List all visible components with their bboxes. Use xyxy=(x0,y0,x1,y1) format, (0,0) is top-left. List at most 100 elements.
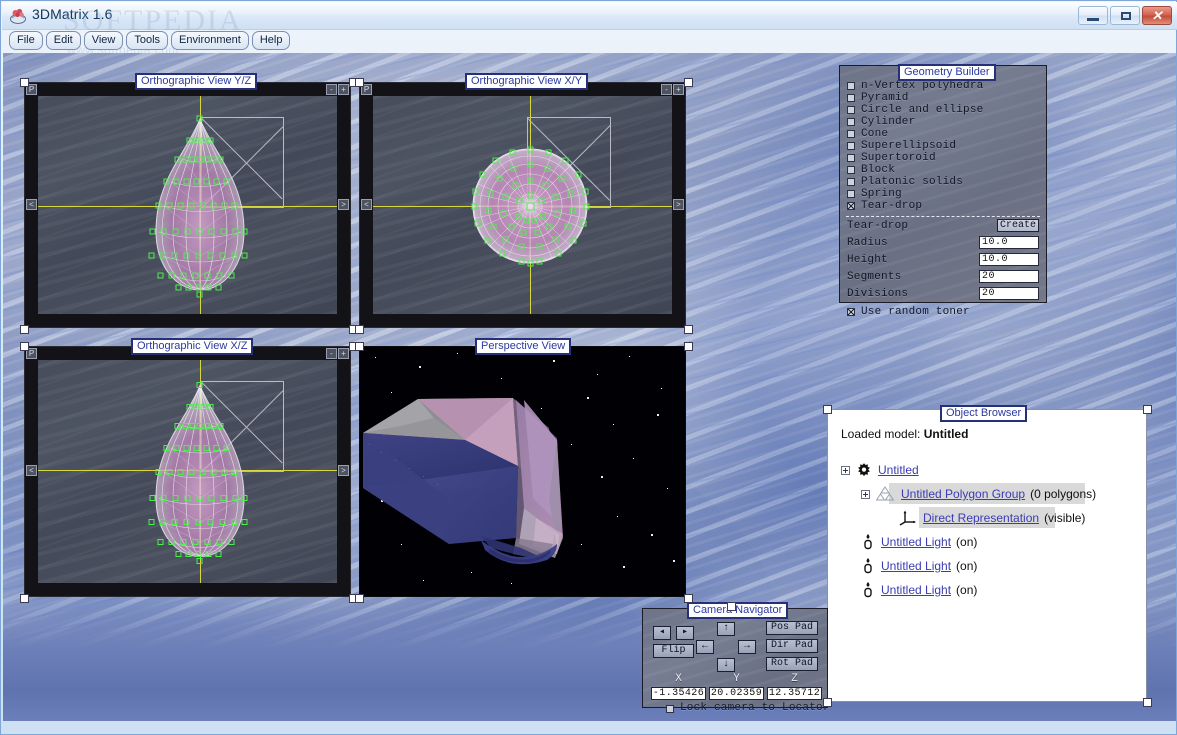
lock-camera-checkbox[interactable] xyxy=(666,704,674,713)
menu-item-environment[interactable]: Environment xyxy=(171,31,249,50)
shape-checkbox[interactable] xyxy=(847,166,855,174)
tree-row-untitled[interactable]: Untitled xyxy=(841,458,1138,482)
tree-row-direct-representation[interactable]: Direct Representation (visible) xyxy=(841,506,1138,530)
rot-pad-button[interactable]: Rot Pad xyxy=(766,657,818,671)
minimize-button[interactable] xyxy=(1078,6,1108,25)
axis-value-x[interactable]: -1.35426 xyxy=(651,687,706,700)
viewport-maximize-button[interactable]: + xyxy=(673,84,684,95)
tree-link-light[interactable]: Untitled Light xyxy=(881,559,951,573)
viewport2-handle-br[interactable] xyxy=(684,325,693,334)
shape-option-platonic-solids[interactable]: Platonic solids xyxy=(847,176,1039,188)
viewport-scroll-left[interactable]: < xyxy=(361,199,372,210)
viewport4-handle-tl[interactable] xyxy=(355,342,364,351)
object-browser-handle-br[interactable] xyxy=(1143,698,1152,707)
shape-option-supertoroid[interactable]: Supertoroid xyxy=(847,152,1039,164)
shape-option-superellipsoid[interactable]: Superellipsoid xyxy=(847,140,1039,152)
tree-link-light[interactable]: Untitled Light xyxy=(881,583,951,597)
pan-down-button[interactable]: ↓ xyxy=(717,658,735,672)
menu-item-edit[interactable]: Edit xyxy=(45,31,81,50)
viewport-caption-xz[interactable]: Orthographic View X/Z xyxy=(131,338,254,355)
camera-navigator-handle[interactable] xyxy=(727,602,736,611)
viewport-minimize-button[interactable]: - xyxy=(326,348,337,359)
dir-pad-button[interactable]: Dir Pad xyxy=(766,639,818,653)
viewport-caption-perspective[interactable]: Perspective View xyxy=(475,338,572,355)
shape-checkbox[interactable] xyxy=(847,130,855,138)
param-input-segments[interactable]: 20 xyxy=(979,270,1039,283)
param-input-radius[interactable]: 10.0 xyxy=(979,236,1039,249)
object-browser-panel[interactable]: Loaded model: Untitled Untitled Untitled… xyxy=(827,409,1147,702)
camera-navigator-panel[interactable]: ◂ ▸ Flip ↑ ← → ↓ Pos Pad Dir Pad Rot Pad… xyxy=(642,608,829,714)
axis-value-y[interactable]: 20.02359 xyxy=(709,687,764,700)
shape-checkbox[interactable] xyxy=(847,190,855,198)
viewport-maximize-button[interactable]: + xyxy=(338,84,349,95)
shape-checkbox[interactable] xyxy=(847,94,855,102)
viewport4-handle-br[interactable] xyxy=(684,594,693,603)
window-titlebar[interactable]: 3DMatrix 1.6 ✕ xyxy=(2,2,1177,30)
shape-option-n-vertex-polyhedra[interactable]: n-Vertex polyhedra xyxy=(847,80,1039,92)
shape-checkbox[interactable] xyxy=(847,178,855,186)
tree-link-untitled[interactable]: Untitled xyxy=(878,463,919,477)
object-browser-handle-tr[interactable] xyxy=(1143,405,1152,414)
viewport-scroll-right[interactable]: > xyxy=(338,199,349,210)
random-toner-row[interactable]: Use random toner xyxy=(847,306,1039,318)
menu-item-tools[interactable]: Tools xyxy=(126,31,169,50)
param-input-divisions[interactable]: 20 xyxy=(979,287,1039,300)
shape-checkbox[interactable] xyxy=(847,106,855,114)
pan-right-button[interactable]: → xyxy=(738,640,756,654)
tree-row-light-3[interactable]: Untitled Light (on) xyxy=(841,578,1138,602)
viewport-handle-tl[interactable] xyxy=(20,78,29,87)
object-browser-handle-bl[interactable] xyxy=(823,698,832,707)
viewport-minimize-button[interactable]: - xyxy=(661,84,672,95)
tree-link-direct-representation[interactable]: Direct Representation xyxy=(923,511,1039,525)
viewport3-handle-tl[interactable] xyxy=(20,342,29,351)
pos-pad-button[interactable]: Pos Pad xyxy=(766,621,818,635)
viewport-caption-xy[interactable]: Orthographic View X/Y xyxy=(465,73,589,90)
camera-navigator-caption[interactable]: Camera Navigator xyxy=(687,602,789,619)
pan-up-button[interactable]: ↑ xyxy=(717,622,735,636)
viewport-scroll-right[interactable]: > xyxy=(673,199,684,210)
viewport-scroll-right[interactable]: > xyxy=(338,465,349,476)
viewport-canvas-xy[interactable] xyxy=(373,96,672,314)
viewport-orthographic-xy[interactable]: P - + < > ^ v xyxy=(359,82,686,328)
tree-row-light-2[interactable]: Untitled Light (on) xyxy=(841,554,1138,578)
object-browser-handle-tl[interactable] xyxy=(823,405,832,414)
viewport2-handle-tl[interactable] xyxy=(355,78,364,87)
viewport-maximize-button[interactable]: + xyxy=(338,348,349,359)
viewport-handle-bl[interactable] xyxy=(20,325,29,334)
menu-item-view[interactable]: View xyxy=(83,31,124,50)
tree-row-light-1[interactable]: Untitled Light (on) xyxy=(841,530,1138,554)
viewport4-handle-bl[interactable] xyxy=(355,594,364,603)
shape-option-spring[interactable]: Spring xyxy=(847,188,1039,200)
viewport-perspective[interactable] xyxy=(359,346,686,597)
expander-plus-icon[interactable] xyxy=(841,465,850,475)
tree-link-light[interactable]: Untitled Light xyxy=(881,535,951,549)
pan-left-button[interactable]: ← xyxy=(696,640,714,654)
viewport-canvas-perspective[interactable] xyxy=(361,348,684,595)
viewport-scroll-left[interactable]: < xyxy=(26,199,37,210)
viewport2-handle-bl[interactable] xyxy=(355,325,364,334)
shape-option-block[interactable]: Block xyxy=(847,164,1039,176)
viewport-canvas-yz[interactable] xyxy=(38,96,337,314)
expander-plus-icon[interactable] xyxy=(861,489,870,499)
tree-row-polygon-group[interactable]: Untitled Polygon Group (0 polygons) xyxy=(841,482,1138,506)
viewport2-handle-tr[interactable] xyxy=(684,78,693,87)
viewport-scroll-left[interactable]: < xyxy=(26,465,37,476)
shape-option-cylinder[interactable]: Cylinder xyxy=(847,116,1039,128)
shape-option-pyramid[interactable]: Pyramid xyxy=(847,92,1039,104)
geometry-builder-panel[interactable]: n-Vertex polyhedra Pyramid Circle and el… xyxy=(839,65,1047,317)
object-browser-caption[interactable]: Object Browser xyxy=(940,405,1028,422)
maximize-button[interactable] xyxy=(1110,6,1140,25)
roll-right-button[interactable]: ▸ xyxy=(676,626,694,640)
shape-option-cone[interactable]: Cone xyxy=(847,128,1039,140)
geometry-builder-caption[interactable]: Geometry Builder xyxy=(898,64,996,81)
flip-button[interactable]: Flip xyxy=(653,644,694,658)
create-button[interactable]: Create xyxy=(997,219,1039,232)
viewport3-handle-bl[interactable] xyxy=(20,594,29,603)
viewport-orthographic-xz[interactable]: P - + < > ^ v xyxy=(24,346,351,597)
axis-value-z[interactable]: 12.35712 xyxy=(767,687,822,700)
menu-item-file[interactable]: File xyxy=(9,31,43,50)
viewport-orthographic-yz[interactable]: P - + < > ^ v xyxy=(24,82,351,328)
shape-option-tear-drop[interactable]: Tear-drop xyxy=(847,200,1039,212)
shape-option-circle-and-ellipse[interactable]: Circle and ellipse xyxy=(847,104,1039,116)
lock-camera-row[interactable]: Lock camera to Locator xyxy=(666,703,830,714)
